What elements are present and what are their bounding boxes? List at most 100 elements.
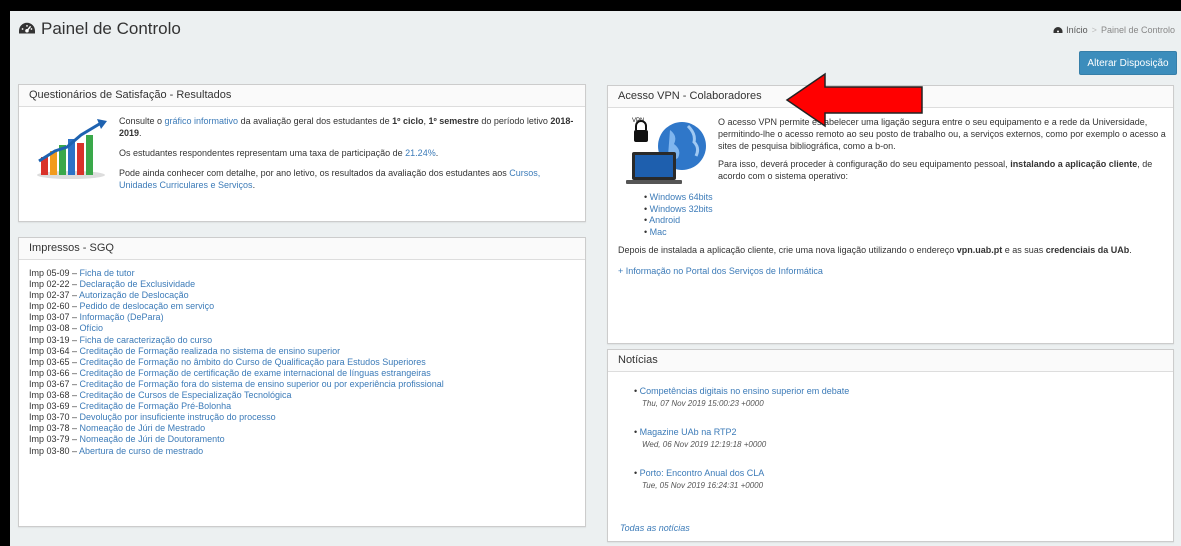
form-item: Imp 05-09 – Ficha de tutor <box>29 268 575 279</box>
dashboard-page: Painel de Controlo Início > Painel de Co… <box>10 11 1181 546</box>
vpn-download-item: Windows 32bits <box>644 204 1163 216</box>
form-code: Imp 03-19 – <box>29 334 80 345</box>
form-link[interactable]: Declaração de Exclusividade <box>80 279 196 289</box>
survey-paragraph-2: Os estudantes respondentes representam u… <box>119 147 579 159</box>
news-panel: Notícias Competências digitais no ensino… <box>607 349 1174 542</box>
participation-rate-link[interactable]: 21.24% <box>405 148 436 158</box>
form-code: Imp 03-69 – <box>29 401 80 412</box>
info-chart-link[interactable]: gráfico informativo <box>165 116 239 126</box>
vpn-downloads-list: Windows 64bits Windows 32bitsAndroid Mac <box>644 192 1163 238</box>
dashboard-icon <box>19 22 35 34</box>
form-item: Imp 03-64 – Creditação de Formação reali… <box>29 346 575 357</box>
text: Para isso, deverá proceder à configuraçã… <box>718 159 1011 169</box>
text: Pode ainda conhecer com detalhe, por ano… <box>119 168 510 178</box>
all-news-link[interactable]: Todas as notícias <box>620 523 690 533</box>
breadcrumb-separator: > <box>1091 25 1097 35</box>
text: do período letivo <box>478 116 551 126</box>
form-link[interactable]: Creditação de Cursos de Especialização T… <box>80 390 292 400</box>
breadcrumb: Início > Painel de Controlo <box>1053 25 1175 35</box>
text: Depois de instalada a aplicação cliente,… <box>618 245 957 255</box>
form-link[interactable]: Creditação de Formação de certificação d… <box>80 368 431 378</box>
form-code: Imp 03-67 – <box>29 378 80 389</box>
news-title-row: Porto: Encontro Anual dos CLA <box>634 468 1161 478</box>
form-link[interactable]: Abertura de curso de mestrado <box>79 446 203 456</box>
form-link[interactable]: Ficha de caracterização do curso <box>80 335 213 345</box>
red-arrow-annotation <box>785 72 923 128</box>
text-bold: instalando a aplicação cliente <box>1010 159 1138 169</box>
vpn-paragraph-2: Para isso, deverá proceder à configuraçã… <box>718 158 1168 182</box>
form-link[interactable]: Ficha de tutor <box>80 268 135 278</box>
text-bold: credenciais da UAb <box>1045 245 1130 255</box>
news-item: Competências digitais no ensino superior… <box>634 386 1161 408</box>
form-code: Imp 03-70 – <box>29 412 80 423</box>
screen-frame: Painel de Controlo Início > Painel de Co… <box>0 0 1181 546</box>
forms-panel: Impressos - SGQ Imp 05-09 – Ficha de tut… <box>18 237 586 527</box>
form-code: Imp 03-66 – <box>29 367 80 378</box>
news-date: Wed, 06 Nov 2019 12:19:18 +0000 <box>642 440 767 449</box>
text-bold: 1º semestre <box>428 116 479 126</box>
form-code: Imp 03-80 – <box>29 445 80 456</box>
form-item: Imp 03-70 – Devolução por insuficiente i… <box>29 412 575 423</box>
text: da avaliação geral dos estudantes de <box>238 116 393 126</box>
form-link[interactable]: Autorização de Deslocação <box>79 290 189 300</box>
page-title-text: Painel de Controlo <box>41 19 181 38</box>
page-title: Painel de Controlo <box>18 19 181 39</box>
breadcrumb-home[interactable]: Início <box>1053 25 1088 35</box>
form-item: Imp 03-79 – Nomeação de Júri de Doutoram… <box>29 434 575 445</box>
news-title-link[interactable]: Porto: Encontro Anual dos CLA <box>640 468 765 478</box>
form-link[interactable]: Creditação de Formação Pré-Bolonha <box>80 401 232 411</box>
text: e as suas <box>1002 245 1046 255</box>
form-link[interactable]: Creditação de Formação no âmbito do Curs… <box>80 357 426 367</box>
text: Consulte o <box>119 116 165 126</box>
form-link[interactable]: Nomeação de Júri de Doutoramento <box>80 434 225 444</box>
more-info-link[interactable]: + Informação no Portal dos Serviços de I… <box>618 266 823 276</box>
form-code: Imp 02-37 – <box>29 290 80 301</box>
form-code: Imp 05-09 – <box>29 268 80 278</box>
vpn-download-link[interactable]: Windows 32bits <box>650 204 713 214</box>
text-bold: 1º ciclo <box>392 116 424 126</box>
form-link[interactable]: Creditação de Formação fora do sistema d… <box>80 379 444 389</box>
form-item: Imp 03-07 – Informação (DePara) <box>29 312 575 323</box>
news-title-link[interactable]: Magazine UAb na RTP2 <box>640 427 737 437</box>
form-code: Imp 03-07 – <box>29 312 80 323</box>
form-code: Imp 02-60 – <box>29 301 80 312</box>
form-code: Imp 03-65 – <box>29 356 80 367</box>
form-item: Imp 03-65 – Creditação de Formação no âm… <box>29 357 575 368</box>
form-link[interactable]: Informação (DePara) <box>80 312 164 322</box>
survey-text: Consulte o gráfico informativo da avalia… <box>119 115 579 191</box>
form-item: Imp 02-37 – Autorização de Deslocação <box>29 290 575 301</box>
form-item: Imp 03-19 – Ficha de caracterização do c… <box>29 335 575 346</box>
bar-chart-growth-icon <box>37 119 107 179</box>
vpn-download-link[interactable]: Mac <box>650 227 667 237</box>
form-link[interactable]: Ofício <box>80 323 104 333</box>
news-item: Porto: Encontro Anual dos CLA Tue, 05 Nov… <box>634 468 1161 490</box>
news-title-row: Competências digitais no ensino superior… <box>634 386 1161 396</box>
vpn-download-link[interactable]: Android <box>649 215 680 225</box>
panel-body: Competências digitais no ensino superior… <box>608 372 1173 533</box>
form-link[interactable]: Creditação de Formação realizada no sist… <box>80 346 341 356</box>
form-item: Imp 03-08 – Ofício <box>29 323 575 334</box>
news-date: Thu, 07 Nov 2019 15:00:23 +0000 <box>642 399 764 408</box>
panel-body: Consulte o gráfico informativo da avalia… <box>19 107 585 207</box>
form-link[interactable]: Nomeação de Júri de Mestrado <box>80 423 206 433</box>
change-layout-button[interactable]: Alterar Disposição <box>1079 51 1177 75</box>
news-date: Tue, 05 Nov 2019 16:24:31 +0000 <box>642 481 764 490</box>
form-item: Imp 03-67 – Creditação de Formação fora … <box>29 379 575 390</box>
form-link[interactable]: Devolução por insuficiente instrução do … <box>80 412 276 422</box>
form-code: Imp 03-64 – <box>29 345 80 356</box>
form-item: Imp 02-60 – Pedido de deslocação em serv… <box>29 301 575 312</box>
panel-heading: Notícias <box>608 350 1173 372</box>
forms-list: Imp 05-09 – Ficha de tutor Imp 02-22 – De… <box>19 260 585 465</box>
vpn-instructions: Depois de instalada a aplicação cliente,… <box>618 244 1166 256</box>
news-item: Magazine UAb na RTP2 Wed, 06 Nov 2019 12:… <box>634 427 1161 449</box>
text: . <box>435 148 439 158</box>
survey-paragraph-3: Pode ainda conhecer com detalhe, por ano… <box>119 167 579 191</box>
dashboard-icon <box>1053 26 1063 33</box>
news-title-link[interactable]: Competências digitais no ensino superior… <box>640 386 850 396</box>
text: . <box>1129 245 1132 255</box>
news-list: Competências digitais no ensino superior… <box>634 386 1161 490</box>
vpn-laptop-globe-icon: VPN <box>626 118 706 184</box>
vpn-download-link[interactable]: Windows 64bits <box>650 192 713 202</box>
text-bold: vpn.uab.pt <box>956 245 1003 255</box>
form-link[interactable]: Pedido de deslocação em serviço <box>80 301 215 311</box>
